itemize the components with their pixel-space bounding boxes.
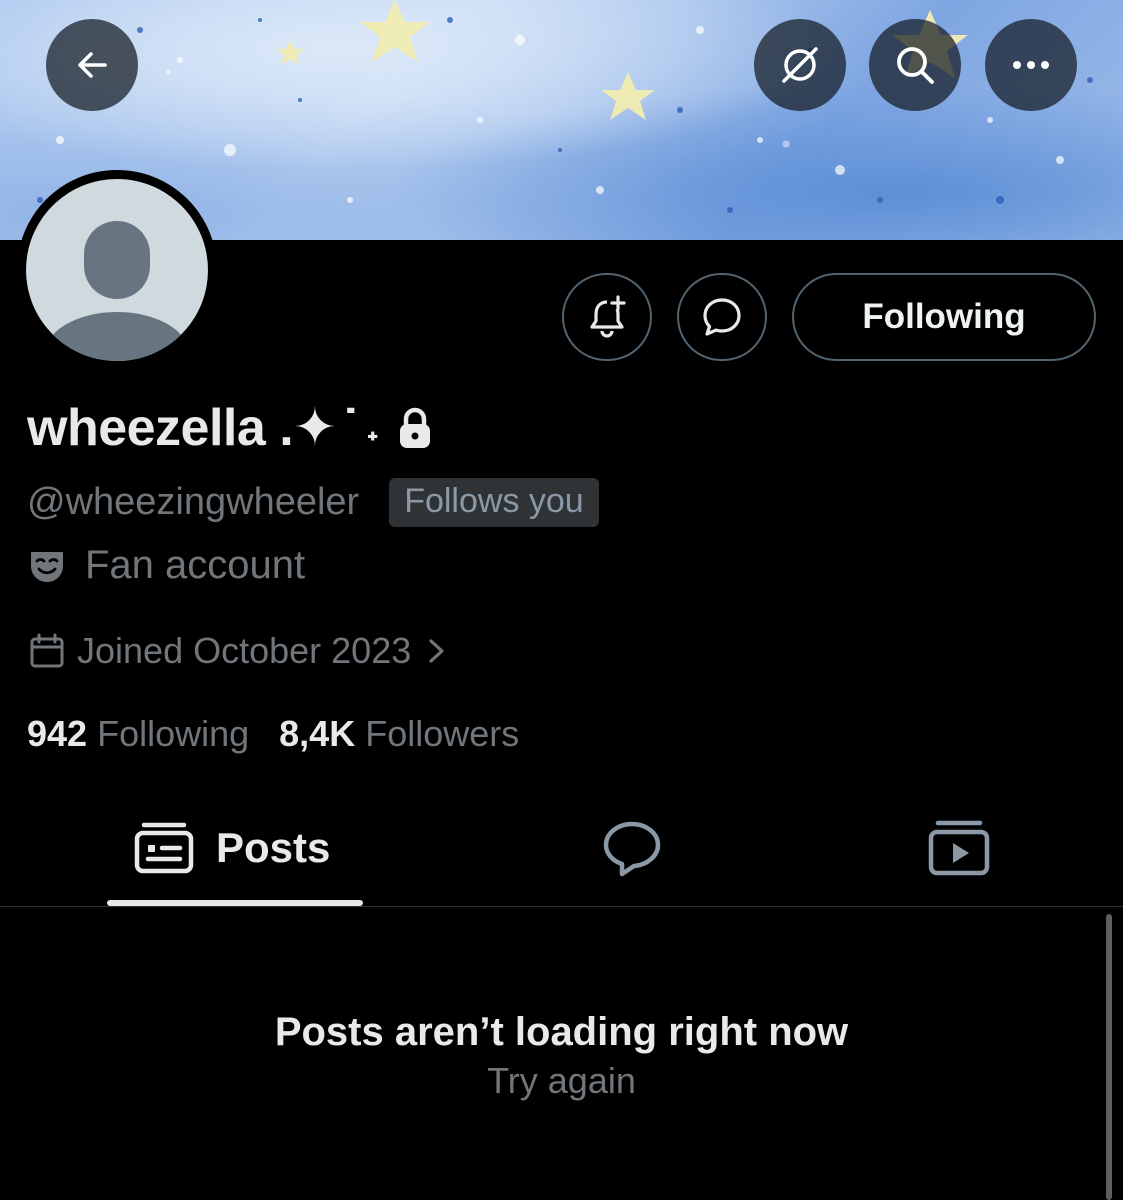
media-icon xyxy=(928,820,990,876)
search-button[interactable] xyxy=(869,19,961,111)
following-button[interactable]: Following xyxy=(792,273,1096,361)
user-handle: @wheezingwheeler xyxy=(27,481,360,523)
theater-masks-icon xyxy=(31,551,63,582)
tab-selected-indicator xyxy=(107,900,363,906)
bell-plus-icon xyxy=(590,295,626,338)
display-name-row: wheezella .✦ ̇ ˖ xyxy=(27,398,435,458)
following-stat[interactable]: 942 Following xyxy=(27,713,249,755)
tab-replies[interactable] xyxy=(600,790,664,906)
scrollbar[interactable] xyxy=(1106,914,1112,1200)
more-button[interactable] xyxy=(985,19,1077,111)
more-icon xyxy=(1013,61,1049,69)
back-button[interactable] xyxy=(46,19,138,111)
grok-button[interactable] xyxy=(754,19,846,111)
grok-icon xyxy=(782,47,818,83)
profile-tabs: Posts xyxy=(0,790,1123,907)
message-button[interactable] xyxy=(677,273,767,361)
posts-icon xyxy=(134,822,194,874)
followers-stat[interactable]: 8,4K Followers xyxy=(279,713,519,755)
default-avatar-image xyxy=(26,179,208,361)
feed-error-title: Posts aren’t loading right now xyxy=(274,1010,849,1054)
joined-date: Joined October 2023 xyxy=(77,630,412,671)
back-arrow-icon xyxy=(78,52,107,78)
try-again-button[interactable]: Try again xyxy=(0,1060,1123,1102)
followers-count: 8,4K xyxy=(279,713,356,754)
message-icon xyxy=(703,298,741,336)
following-count: 942 xyxy=(27,713,88,754)
joined-date-row[interactable]: Joined October 2023 xyxy=(27,630,449,672)
category-label: Fan account xyxy=(85,543,306,587)
person-placeholder-icon xyxy=(45,221,189,361)
professional-category: Fan account xyxy=(27,543,305,588)
tab-posts[interactable]: Posts xyxy=(134,790,330,906)
search-icon xyxy=(897,47,934,84)
followers-label: Followers xyxy=(365,713,520,754)
avatar[interactable] xyxy=(17,170,217,370)
follows-you-badge: Follows you xyxy=(389,478,599,527)
replies-icon xyxy=(603,821,661,877)
tab-media[interactable] xyxy=(928,790,990,906)
tab-posts-label: Posts xyxy=(216,824,331,871)
chevron-right-icon xyxy=(429,639,444,663)
notifications-button[interactable] xyxy=(562,273,652,361)
follow-stats: 942 Following 8,4K Followers xyxy=(27,713,519,755)
following-label: Following xyxy=(97,713,250,754)
lock-icon xyxy=(399,407,430,448)
display-name: wheezella .✦ ̇ ˖ xyxy=(27,399,381,457)
handle-row: @wheezingwheeler Follows you xyxy=(27,478,599,527)
calendar-icon xyxy=(30,633,64,668)
